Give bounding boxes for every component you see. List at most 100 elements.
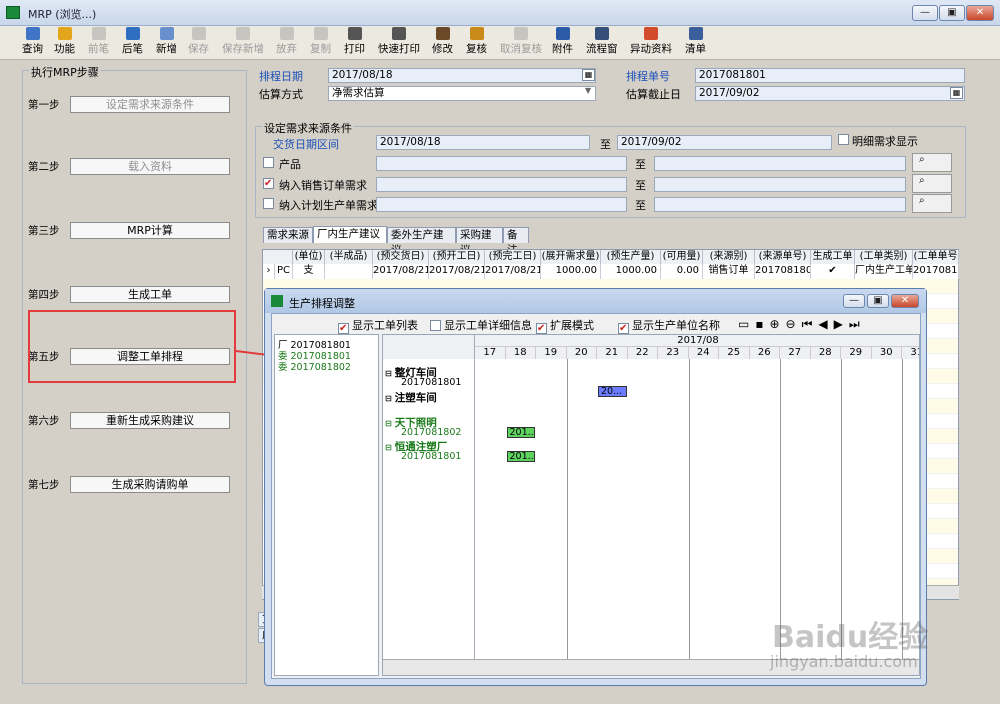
next-icon[interactable]: ▶ [834,317,849,331]
gantt-bar[interactable]: 201... [506,427,535,438]
review-button[interactable]: 复核 [466,27,487,59]
list-button[interactable]: 清单 [685,27,706,59]
flow-window-button[interactable]: 流程窗 [586,27,618,59]
condition-from-field[interactable] [376,156,627,171]
print-button[interactable]: 打印 [344,27,365,59]
option-1[interactable]: 显示工单详细信息 [430,317,532,333]
flow-window-icon [594,27,609,40]
function-button[interactable]: 功能 [54,27,75,59]
last-icon[interactable]: ⏭ [849,317,866,331]
grid-cell-generated[interactable]: ✔ [811,264,855,279]
tab-2[interactable]: 委外生产建议 [387,227,456,256]
step-button[interactable]: 生成工单 [70,286,230,303]
schedule-no-field[interactable]: 2017081801 [695,68,965,83]
delivery-date-from-field[interactable]: 2017/08/18 [376,135,590,150]
step-button[interactable]: 生成采购请购单 [70,476,230,493]
query-button[interactable]: 查询 [22,27,43,59]
column-header: (单位) [293,250,325,264]
grid-cell-semi[interactable] [325,264,373,279]
quick-print-button[interactable]: 快速打印 [378,27,420,59]
new-button[interactable]: 新增 [156,27,177,59]
step-button[interactable]: 载入资料 [70,158,230,175]
condition-from-field[interactable] [376,177,627,192]
grid-cell-wo_no: 20170818 [913,264,959,279]
order-item[interactable]: 委 2017081802 [278,359,351,373]
zoom-out-icon[interactable]: ⊖ [786,317,802,331]
copy-button[interactable]: 复制 [310,27,331,59]
chevron-down-icon[interactable]: ▼ [585,86,591,95]
condition-checkbox[interactable]: ✔ [263,178,274,189]
estimate-method-label: 估算方式 [259,88,303,101]
estimate-deadline-field[interactable]: 2017/09/02 [695,86,965,101]
attachment-button[interactable]: 附件 [552,27,573,59]
window-title: MRP (浏览...) [28,8,97,21]
condition-to-field[interactable] [654,177,906,192]
option-0[interactable]: ✔ 显示工单列表 [338,317,418,334]
unit-name[interactable]: ⊟ 注塑车间 [385,390,437,405]
save-button[interactable]: 保存 [188,27,209,59]
collapse-icon[interactable]: ⊟ [385,394,392,403]
tab-3[interactable]: 采购建议 [456,227,503,256]
option-3[interactable]: ✔ 显示生产单位名称 [618,317,720,334]
binoculars-button[interactable]: ⌕ [912,174,952,193]
condition-from-field[interactable] [376,197,627,212]
close-button[interactable]: ✕ [966,5,994,21]
toolbar-label: 复制 [310,43,331,55]
toolbar-label: 功能 [54,43,75,55]
gantt-bar[interactable]: 20... [598,386,627,397]
edit-button[interactable]: 修改 [432,27,453,59]
tab-1[interactable]: 厂内生产建议 [313,226,387,243]
tab-4[interactable]: 备注 [503,227,529,256]
gantt-day: 23 [658,347,689,359]
condition-to-field[interactable] [654,197,906,212]
estimate-method-select[interactable]: 净需求估算 [328,86,596,101]
collapse-icon[interactable]: ⊟ [385,419,392,428]
minimize-button[interactable]: — [912,5,938,21]
save-icon[interactable]: ▪ [755,317,769,331]
option-checkbox[interactable]: ✔ [536,323,547,334]
option-checkbox[interactable] [430,320,441,331]
collapse-icon[interactable]: ⊟ [385,369,392,378]
folder-icon[interactable]: ▭ [738,317,755,331]
step-button[interactable]: 设定需求来源条件 [70,96,230,113]
collapse-icon[interactable]: ⊟ [385,443,392,452]
option-checkbox[interactable]: ✔ [338,323,349,334]
row-code: PC [275,264,293,279]
gantt-gridline [688,359,690,659]
toolbar-label: 复核 [466,43,487,55]
calendar-icon[interactable]: ▦ [582,69,595,81]
column-header: (可用量) [661,250,703,264]
grid-corner [263,250,293,264]
change-data-button[interactable]: 异动资料 [630,27,672,59]
discard-button[interactable]: 放弃 [276,27,297,59]
prev-icon[interactable]: ◀ [818,317,833,331]
option-2[interactable]: ✔ 扩展模式 [536,317,594,334]
tab-0[interactable]: 需求来源 [263,227,313,243]
previous-button[interactable]: 前笔 [88,27,109,59]
dialog-minimize-button[interactable]: — [843,294,865,308]
delivery-date-to-field[interactable]: 2017/09/02 [617,135,832,150]
zoom-in-icon[interactable]: ⊕ [769,317,785,331]
step-button[interactable]: 重新生成采购建议 [70,412,230,429]
schedule-date-field[interactable]: 2017/08/18 [328,68,596,83]
binoculars-button[interactable]: ⌕ [912,153,952,172]
option-label: 显示工单列表 [352,319,418,332]
option-checkbox[interactable]: ✔ [618,323,629,334]
next-button[interactable]: 后笔 [122,27,143,59]
cancel-review-button[interactable]: 取消复核 [500,27,542,59]
grid-cell-available: 0.00 [661,264,703,279]
condition-checkbox[interactable] [263,157,274,168]
step-button[interactable]: MRP计算 [70,222,230,239]
binoculars-button[interactable]: ⌕ [912,194,952,213]
calendar-icon[interactable]: ▦ [950,87,963,99]
dialog-maximize-button[interactable]: ▣ [867,294,889,308]
first-icon[interactable]: ⏮ [802,317,819,331]
dialog-close-button[interactable]: ✕ [891,294,919,308]
condition-to-field[interactable] [654,156,906,171]
gantt-day: 19 [536,347,567,359]
detail-display-checkbox[interactable] [838,134,849,145]
condition-checkbox[interactable] [263,198,274,209]
gantt-bar[interactable]: 201... [506,451,535,462]
maximize-button[interactable]: ▣ [939,5,965,21]
save-new-button[interactable]: 保存新增 [222,27,264,59]
